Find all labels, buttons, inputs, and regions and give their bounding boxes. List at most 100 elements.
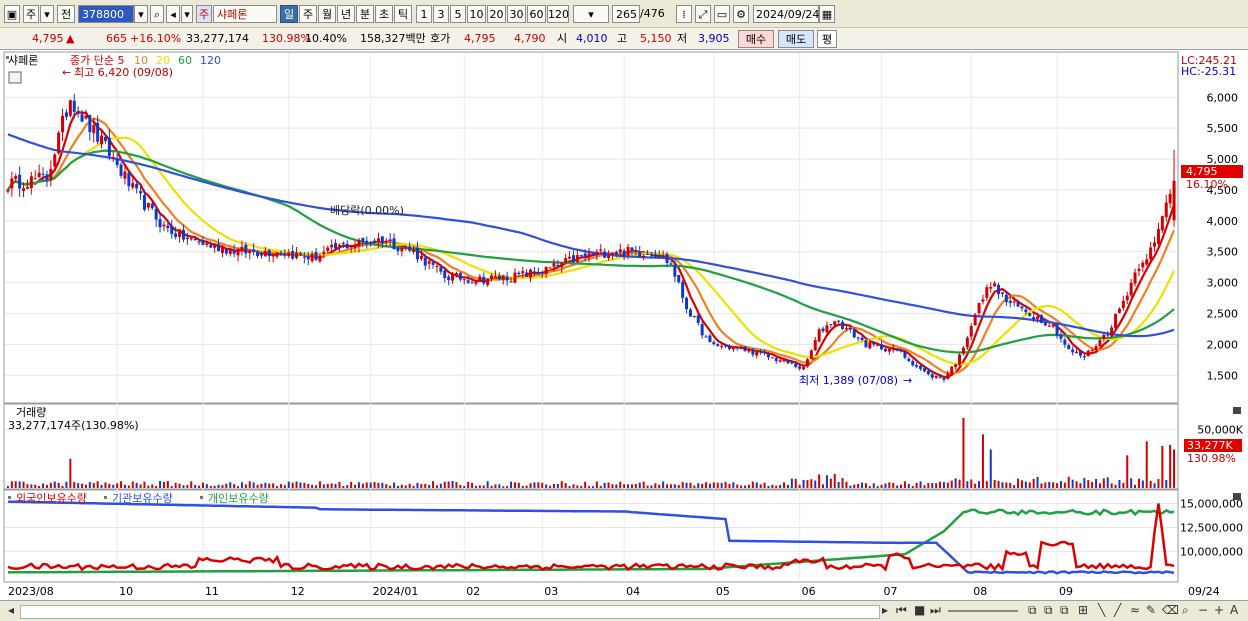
interval-button-20[interactable]: 20 <box>487 5 506 23</box>
interval-button-10[interactable]: 10 <box>467 5 486 23</box>
volume-bar <box>467 481 470 488</box>
volume-bar <box>724 481 727 488</box>
scroll-left-icon[interactable]: ◂ <box>8 603 14 617</box>
mode-dropdown-icon[interactable]: ▾ <box>40 5 54 23</box>
volume-bar <box>697 483 700 488</box>
interval-button-3[interactable]: 3 <box>433 5 449 23</box>
interval-button-60[interactable]: 60 <box>527 5 546 23</box>
x-tick-3: 12 <box>291 585 305 598</box>
volume-bar <box>837 482 840 488</box>
volume-bar <box>268 483 271 488</box>
volume-bar <box>49 482 52 488</box>
stock-name-field[interactable]: 샤페론 <box>213 5 277 23</box>
layout-2-icon[interactable]: ⧉ <box>1044 603 1053 618</box>
buy-button[interactable]: 매수 <box>738 30 774 48</box>
quote-change-pct: +16.10% <box>130 32 182 45</box>
volume-bar <box>14 481 17 488</box>
x-tick-5: 02 <box>466 585 480 598</box>
volume-bar <box>486 481 489 488</box>
search-icon[interactable]: ⌕ <box>150 5 164 23</box>
mode-button[interactable]: 주 <box>23 5 39 23</box>
volume-bar <box>318 481 321 488</box>
volume-bar <box>580 485 583 488</box>
period-tab-3[interactable]: 년 <box>337 5 355 23</box>
interval-button-1[interactable]: 1 <box>416 5 432 23</box>
volume-bar <box>978 481 981 488</box>
period-tab-4[interactable]: 분 <box>356 5 374 23</box>
horizontal-scrollbar[interactable] <box>20 605 880 619</box>
zoom-out-icon[interactable]: − <box>1198 603 1208 617</box>
volume-bar <box>849 485 852 488</box>
volume-bar <box>669 484 672 488</box>
volume-bar <box>997 480 1000 488</box>
chart-area[interactable]: 1,5002,0002,5003,0003,5004,0004,5005,000… <box>0 50 1248 600</box>
period-tab-2[interactable]: 월 <box>318 5 336 23</box>
fib-icon[interactable]: ≈ <box>1130 603 1140 617</box>
date-input[interactable]: 2024/09/24 <box>753 5 819 23</box>
gear-icon[interactable]: ⚙ <box>733 5 749 23</box>
volume-bar <box>1110 483 1113 488</box>
speaker-icon[interactable]: ◂ <box>166 5 180 23</box>
prev-button[interactable]: 전 <box>57 5 75 23</box>
draw-ray-icon[interactable]: ╱ <box>1114 603 1121 617</box>
volume-bar <box>1067 476 1070 488</box>
grid-icon[interactable]: ⁞ <box>676 5 692 23</box>
volume-bar <box>221 485 224 488</box>
period-tab-5[interactable]: 초 <box>375 5 393 23</box>
magnifier-icon[interactable]: ⌕ <box>1182 603 1189 618</box>
fast-forward-icon[interactable]: ⏭ <box>930 603 941 618</box>
calendar-icon[interactable]: ▦ <box>819 5 835 23</box>
volume-bar <box>279 484 282 488</box>
eraser-icon[interactable]: ⌫ <box>1162 603 1179 617</box>
volume-bar <box>1056 483 1059 488</box>
volume-bar <box>853 484 856 488</box>
volume-bar <box>1153 483 1156 488</box>
volume-bar <box>880 484 883 488</box>
volume-bar <box>775 485 778 488</box>
period-tab-0[interactable]: 일 <box>280 5 298 23</box>
eval-button[interactable]: 평 <box>817 30 837 48</box>
save-icon[interactable]: ▭ <box>714 5 730 23</box>
zoom-icon[interactable]: ⤢ <box>695 5 711 23</box>
sell-button[interactable]: 매도 <box>778 30 814 48</box>
pencil-icon[interactable]: ✎ <box>1146 603 1156 617</box>
volume-bar <box>939 481 942 488</box>
volume-bar <box>884 483 887 488</box>
layout-3-icon[interactable]: ⧉ <box>1060 603 1069 618</box>
interval-button-120[interactable]: 120 <box>547 5 569 23</box>
volume-bar <box>451 481 454 488</box>
compare-icon[interactable]: ⊞ <box>1078 603 1088 617</box>
period-tab-6[interactable]: 틱 <box>394 5 412 23</box>
stock-list-dropdown-icon[interactable]: ▾ <box>181 5 193 23</box>
code-dropdown-icon[interactable]: ▾ <box>134 5 148 23</box>
toolbar: ▣ 주 ▾ 전 378800 ▾ ⌕ ◂ ▾ 주 샤페론 일주월년분초틱 135… <box>0 0 1248 28</box>
rewind-icon[interactable]: ⏮ <box>896 603 907 618</box>
draw-line-icon[interactable]: ╲ <box>1098 603 1105 617</box>
layout-icon[interactable]: ▣ <box>4 5 20 23</box>
interval-button-30[interactable]: 30 <box>507 5 526 23</box>
stock-code-input[interactable]: 378800 <box>78 5 134 23</box>
volume-bar <box>911 486 914 488</box>
volume-bar <box>685 482 688 488</box>
volume-bar <box>677 484 680 488</box>
volume-bar <box>225 483 228 488</box>
volume-bar <box>794 478 797 488</box>
layout-1-icon[interactable]: ⧉ <box>1028 603 1037 618</box>
play-icon[interactable]: ▸ <box>882 603 888 617</box>
zoom-slider[interactable] <box>948 610 1018 612</box>
volume-bar <box>529 483 532 488</box>
interval-dropdown[interactable]: ▾ <box>573 5 609 23</box>
holdings-panel-close-icon[interactable] <box>1233 493 1241 500</box>
volume-panel-close-icon[interactable] <box>1233 407 1241 414</box>
zoom-in-icon[interactable]: + <box>1214 603 1224 617</box>
stop-icon[interactable]: ■ <box>914 603 925 617</box>
data-count-input[interactable]: 265 <box>612 5 640 23</box>
volume-bar <box>783 482 786 488</box>
text-tool-icon[interactable]: A <box>1230 603 1238 617</box>
period-tab-1[interactable]: 주 <box>299 5 317 23</box>
table-icon[interactable] <box>8 71 22 84</box>
interval-button-5[interactable]: 5 <box>450 5 466 23</box>
volume-bar <box>178 483 181 488</box>
panel-title-price: 샤페론 <box>8 54 38 67</box>
volume-bar <box>525 485 528 488</box>
